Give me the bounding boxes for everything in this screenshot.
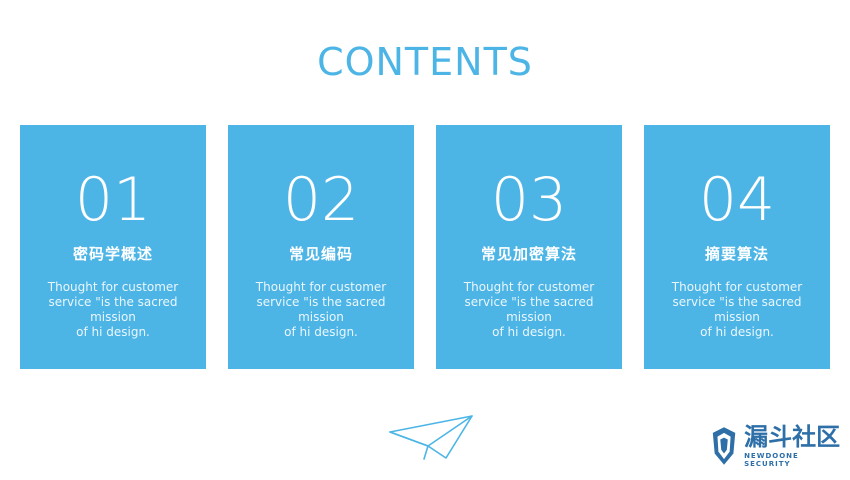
card-desc-line: of hi design. [700, 325, 774, 339]
logo-subtitle: NEWDOONE SECURITY [744, 452, 799, 468]
contents-card-03[interactable]: 03 常见加密算法 Thought for customer service "… [436, 125, 622, 369]
page-title: CONTENTS [317, 40, 533, 84]
card-desc-line: Thought for customer [47, 280, 179, 294]
card-description: Thought for customer service "is the sac… [26, 280, 200, 340]
contents-card-02[interactable]: 02 常见编码 Thought for customer service "is… [228, 125, 414, 369]
contents-card-04[interactable]: 04 摘要算法 Thought for customer service "is… [644, 125, 830, 369]
card-heading: 摘要算法 [704, 245, 769, 263]
logo-title: 漏斗社区 [744, 423, 841, 451]
card-desc-line: of hi design. [492, 325, 566, 339]
card-heading: 常见加密算法 [480, 245, 577, 263]
card-desc-line: of hi design. [76, 325, 150, 339]
contents-card-01[interactable]: 01 密码学概述 Thought for customer service "i… [20, 125, 206, 369]
card-desc-line: service "is the sacred mission [48, 295, 178, 324]
card-desc-line: service "is the sacred mission [464, 295, 594, 324]
shield-icon [712, 427, 736, 465]
card-number: 03 [490, 165, 568, 235]
card-desc-line: of hi design. [284, 325, 358, 339]
card-number: 04 [698, 165, 776, 235]
card-desc-line: Thought for customer [671, 280, 803, 294]
card-desc-line: service "is the sacred mission [672, 295, 802, 324]
card-description: Thought for customer service "is the sac… [442, 280, 616, 340]
paper-plane-icon [389, 415, 473, 460]
card-desc-line: Thought for customer [463, 280, 595, 294]
card-number: 02 [282, 165, 360, 235]
card-desc-line: service "is the sacred mission [256, 295, 386, 324]
brand-logo: 漏斗社区 NEWDOONE SECURITY [710, 420, 842, 472]
card-description: Thought for customer service "is the sac… [650, 280, 824, 340]
card-heading: 常见编码 [288, 245, 353, 263]
card-heading: 密码学概述 [72, 245, 153, 263]
card-number: 01 [74, 165, 152, 235]
card-desc-line: Thought for customer [255, 280, 387, 294]
card-description: Thought for customer service "is the sac… [234, 280, 408, 340]
